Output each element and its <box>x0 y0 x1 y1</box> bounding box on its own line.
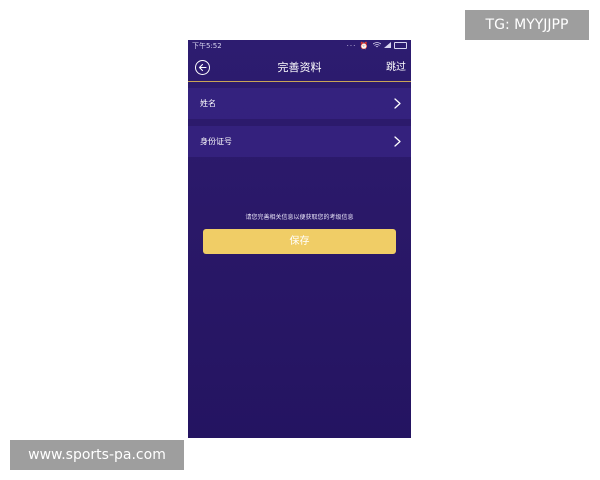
status-bar: 下午5:52 ··· ⏰ <box>188 40 411 53</box>
chevron-right-icon <box>394 136 401 147</box>
alarm-icon: ⏰ <box>359 42 370 50</box>
skip-button[interactable]: 跳过 <box>386 54 406 81</box>
form-row-name[interactable]: 姓名 <box>188 88 411 119</box>
signal-icon <box>383 42 394 50</box>
save-button[interactable]: 保存 <box>203 229 396 254</box>
more-dots-icon: ··· <box>346 42 357 50</box>
row-label-name: 姓名 <box>200 99 216 108</box>
chevron-right-icon <box>394 98 401 109</box>
row-label-id-number: 身份证号 <box>200 137 232 146</box>
status-icons: ··· ⏰ <box>347 40 407 53</box>
hint-text: 请您完善相关信息以便获取您的考级信息 <box>245 214 354 221</box>
wifi-icon <box>372 42 384 50</box>
form-row-id-number[interactable]: 身份证号 <box>188 126 411 157</box>
battery-icon <box>394 41 407 49</box>
phone-screen: 下午5:52 ··· ⏰ 完善资料 跳过 姓名 身份证号 请您完善相关信息以便获… <box>188 40 411 438</box>
nav-bar: 完善资料 跳过 <box>188 54 411 82</box>
watermark-site: www.sports-pa.com <box>10 440 184 470</box>
watermark-tg: TG: MYYJJPP <box>465 10 589 40</box>
status-time: 下午5:52 <box>192 42 222 50</box>
page-title: 完善资料 <box>277 61 322 74</box>
